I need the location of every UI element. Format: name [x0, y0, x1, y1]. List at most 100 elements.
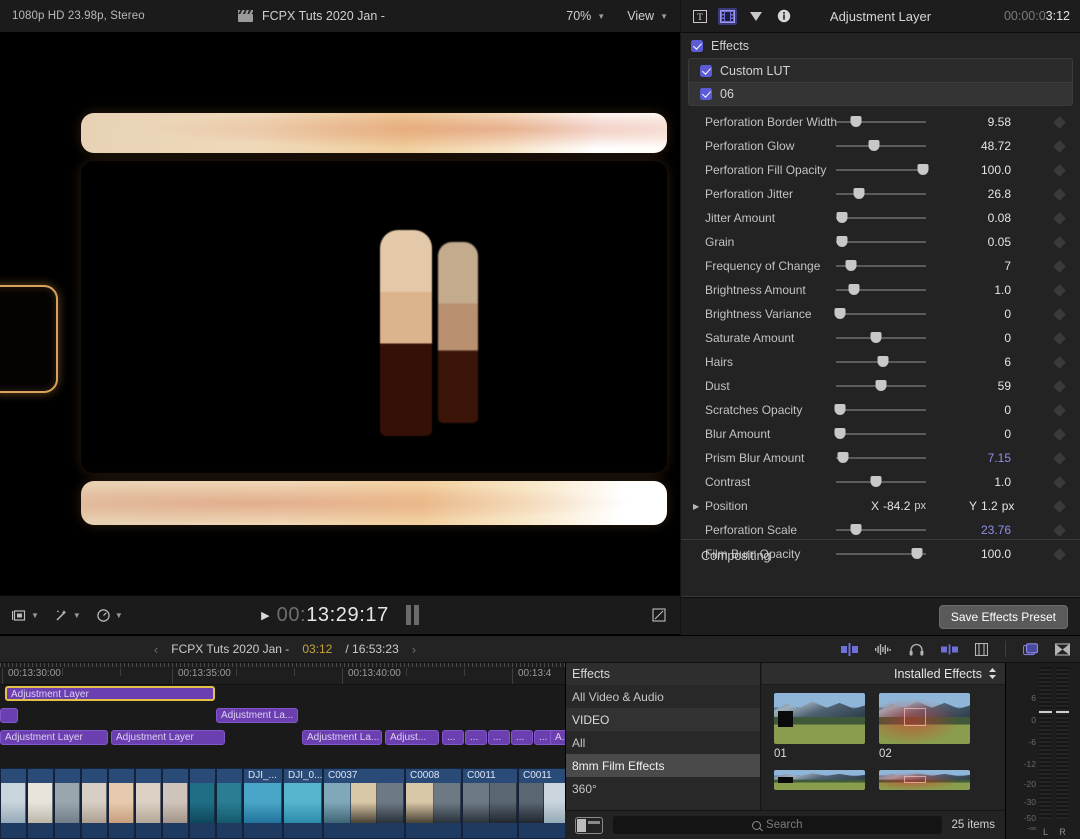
- effect-item-custom-lut[interactable]: Custom LUT: [688, 58, 1073, 82]
- keyframe-diamond-icon[interactable]: [1053, 356, 1066, 369]
- parameter-row[interactable]: Jitter Amount0.08: [681, 206, 1080, 230]
- parameter-value[interactable]: 100.0: [936, 163, 1011, 177]
- parameter-value[interactable]: 9.58: [936, 115, 1011, 129]
- keyframe-diamond-icon[interactable]: [1053, 116, 1066, 129]
- effect-thumbnail-cell[interactable]: [774, 770, 865, 790]
- effects-category-all[interactable]: All: [566, 731, 760, 754]
- storyline-clip[interactable]: C0037: [323, 768, 405, 839]
- keyframe-diamond-icon[interactable]: [1053, 308, 1066, 321]
- parameter-row[interactable]: Perforation Jitter26.8: [681, 182, 1080, 206]
- effects-category-video[interactable]: VIDEO: [566, 708, 760, 731]
- parameter-value[interactable]: 0.08: [936, 211, 1011, 225]
- effect-enable-checkbox[interactable]: [700, 65, 712, 77]
- timeline-clip[interactable]: Adjust...: [385, 730, 439, 745]
- storyline-clip[interactable]: DJI_0...: [283, 768, 323, 839]
- keyframe-diamond-icon[interactable]: [1053, 188, 1066, 201]
- storyline-clip[interactable]: [54, 768, 81, 839]
- timeline-panel[interactable]: 00:13:30:0000:13:35:0000:13:40:0000:13:4…: [0, 663, 570, 839]
- parameter-slider[interactable]: [836, 446, 926, 470]
- effect-enable-checkbox[interactable]: [700, 88, 712, 100]
- position-x-value[interactable]: -84.2: [883, 499, 910, 513]
- parameter-row[interactable]: Scratches Opacity0: [681, 398, 1080, 422]
- keyframe-diamond-icon[interactable]: [1053, 476, 1066, 489]
- viewer-project-indicator[interactable]: FCPX Tuts 2020 Jan -: [238, 9, 385, 23]
- parameter-row[interactable]: Perforation Border Width9.58: [681, 110, 1080, 134]
- parameter-value[interactable]: 7.15: [936, 451, 1011, 465]
- timeline-clip[interactable]: Adjustment Layer: [5, 686, 215, 701]
- effect-thumbnail-cell[interactable]: 01: [774, 693, 865, 760]
- compositing-section[interactable]: Compositing: [681, 539, 1080, 571]
- parameter-value[interactable]: 48.72: [936, 139, 1011, 153]
- effects-enable-checkbox[interactable]: [691, 40, 703, 52]
- parameter-value[interactable]: 59: [936, 379, 1011, 393]
- keyframe-diamond-icon[interactable]: [1053, 524, 1066, 537]
- effects-category-all-video-audio[interactable]: All Video & Audio: [566, 685, 760, 708]
- installed-effects-header[interactable]: Installed Effects: [762, 663, 1005, 685]
- parameter-value[interactable]: 1.0: [936, 475, 1011, 489]
- parameter-value[interactable]: 0: [936, 331, 1011, 345]
- timeline-ruler[interactable]: 00:13:30:0000:13:35:0000:13:40:0000:13:4: [0, 663, 570, 685]
- parameter-row[interactable]: Brightness Variance0: [681, 302, 1080, 326]
- storyline-clip[interactable]: C0011: [462, 768, 518, 839]
- timeline-clip[interactable]: Adjustment Layer: [0, 730, 108, 745]
- keyframe-diamond-icon[interactable]: [1053, 452, 1066, 465]
- parameter-row[interactable]: Perforation Glow48.72: [681, 134, 1080, 158]
- storyline-clip[interactable]: [189, 768, 216, 839]
- clip-skimming-icon[interactable]: [941, 643, 958, 656]
- video-inspector-tab[interactable]: [718, 8, 737, 25]
- parameter-value[interactable]: 1.0: [936, 283, 1011, 297]
- parameter-row[interactable]: Frequency of Change7: [681, 254, 1080, 278]
- keyframe-diamond-icon[interactable]: [1053, 260, 1066, 273]
- effects-category-8mm-film-effects[interactable]: 8mm Film Effects: [566, 754, 760, 777]
- storyline-clip[interactable]: [0, 768, 27, 839]
- parameter-row-position[interactable]: ▶PositionX-84.2pxY1.2px: [681, 494, 1080, 518]
- parameter-value[interactable]: 26.8: [936, 187, 1011, 201]
- parameter-slider[interactable]: [836, 134, 926, 158]
- parameter-row[interactable]: Grain0.05: [681, 230, 1080, 254]
- parameter-row[interactable]: Perforation Fill Opacity100.0: [681, 158, 1080, 182]
- parameter-row[interactable]: Hairs6: [681, 350, 1080, 374]
- retime-tool-menu[interactable]: ▼: [96, 608, 123, 623]
- parameter-value[interactable]: 0.05: [936, 235, 1011, 249]
- timeline-clip[interactable]: ...: [511, 730, 533, 745]
- disclosure-triangle-icon[interactable]: ▶: [693, 502, 699, 511]
- keyframe-diamond-icon[interactable]: [1053, 500, 1066, 513]
- parameter-value[interactable]: 0: [936, 403, 1011, 417]
- timeline-history-icon[interactable]: [1023, 643, 1038, 656]
- transition-icon[interactable]: [1055, 643, 1070, 656]
- storyline-clip[interactable]: [27, 768, 54, 839]
- parameter-slider[interactable]: [836, 470, 926, 494]
- timeline-clip[interactable]: [0, 708, 18, 723]
- parameter-row[interactable]: Contrast1.0: [681, 470, 1080, 494]
- parameter-value[interactable]: 23.76: [936, 523, 1011, 537]
- keyframe-diamond-icon[interactable]: [1053, 236, 1066, 249]
- sort-updown-icon[interactable]: [988, 667, 997, 680]
- fullscreen-icon[interactable]: [652, 608, 666, 622]
- parameter-row[interactable]: Dust59: [681, 374, 1080, 398]
- headphones-icon[interactable]: [909, 643, 924, 656]
- storyline-clip[interactable]: C0011: [518, 768, 570, 839]
- audio-waveform-icon[interactable]: [875, 643, 892, 656]
- keyframe-diamond-icon[interactable]: [1053, 212, 1066, 225]
- clip-appearance-icon[interactable]: [841, 643, 858, 656]
- timeline-clip[interactable]: ...: [465, 730, 487, 745]
- parameter-row[interactable]: Prism Blur Amount7.15: [681, 446, 1080, 470]
- effects-tool-menu[interactable]: ▼: [54, 608, 81, 623]
- storyline-clip[interactable]: C0008: [405, 768, 462, 839]
- parameter-slider[interactable]: [836, 230, 926, 254]
- effect-thumbnail-cell[interactable]: [879, 770, 970, 790]
- parameter-value[interactable]: 6: [936, 355, 1011, 369]
- sidebar-toggle-icon[interactable]: [575, 817, 603, 834]
- storyline-clip[interactable]: [135, 768, 162, 839]
- save-effects-preset-button[interactable]: Save Effects Preset: [939, 605, 1068, 629]
- keyframe-diamond-icon[interactable]: [1053, 404, 1066, 417]
- timeline-clip[interactable]: Adjustment La...: [216, 708, 298, 723]
- parameter-row[interactable]: Blur Amount0: [681, 422, 1080, 446]
- viewer-zoom-menu[interactable]: 70% ▼: [566, 9, 605, 23]
- timeline-clip[interactable]: Adjustment Layer: [111, 730, 225, 745]
- effects-category-360-[interactable]: 360°: [566, 777, 760, 800]
- keyframe-diamond-icon[interactable]: [1053, 380, 1066, 393]
- crop-tool-menu[interactable]: ▼: [12, 608, 39, 623]
- effect-thumbnail-cell[interactable]: 02: [879, 693, 970, 760]
- index-icon[interactable]: [975, 643, 988, 656]
